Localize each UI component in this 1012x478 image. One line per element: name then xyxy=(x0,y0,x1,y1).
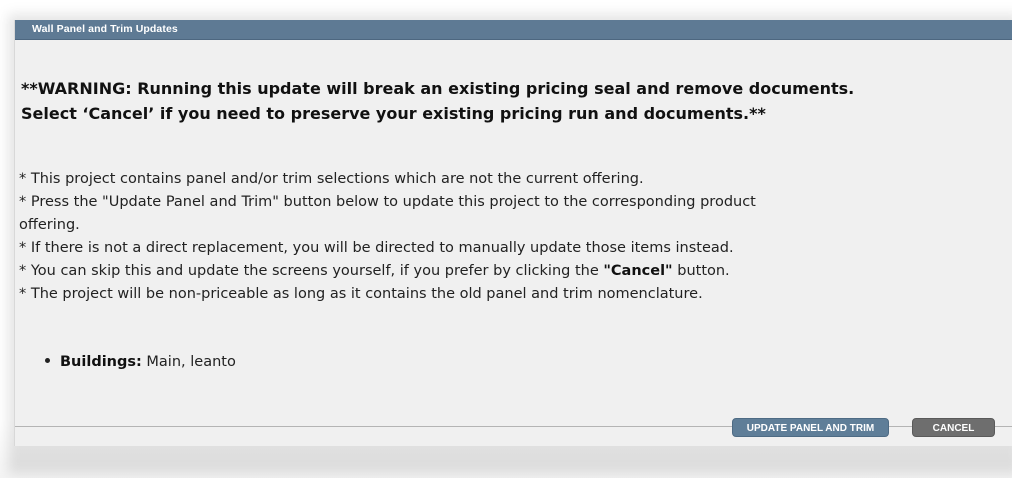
note-press-update: * Press the "Update Panel and Trim" butt… xyxy=(19,194,756,210)
warning-line-1: **WARNING: Running this update will brea… xyxy=(21,79,855,98)
note-skip-cancel-emphasis: "Cancel" xyxy=(603,263,673,279)
bullet-icon xyxy=(45,357,50,363)
note-skip-text: * You can skip this and update the scree… xyxy=(19,263,604,279)
note-skip: * You can skip this and update the scree… xyxy=(19,260,1004,283)
dialog-title-bar[interactable]: Wall Panel and Trim Updates xyxy=(15,20,1012,40)
note-non-priceable: * The project will be non-priceable as l… xyxy=(19,286,703,302)
buildings-label: Buildings: xyxy=(60,354,142,370)
buildings-value: Main, leanto xyxy=(141,354,236,370)
dialog-title: Wall Panel and Trim Updates xyxy=(32,23,178,35)
update-dialog: Wall Panel and Trim Updates **WARNING: R… xyxy=(14,20,1012,446)
note-skip-tail: button. xyxy=(672,263,730,279)
cancel-button[interactable]: CANCEL xyxy=(912,418,995,437)
note-current-offering: * This project contains panel and/or tri… xyxy=(19,171,644,187)
update-panel-and-trim-button[interactable]: UPDATE PANEL AND TRIM xyxy=(732,418,889,437)
note-direct-replacement: * If there is not a direct replacement, … xyxy=(19,240,734,256)
buildings-list-item: Buildings: Main, leanto xyxy=(45,352,236,372)
note-press-update-cont: offering. xyxy=(19,217,80,233)
warning-line-2: Select ‘Cancel’ if you need to preserve … xyxy=(21,104,766,123)
notes-list: * This project contains panel and/or tri… xyxy=(19,168,1004,306)
warning-message: **WARNING: Running this update will brea… xyxy=(21,76,1006,126)
